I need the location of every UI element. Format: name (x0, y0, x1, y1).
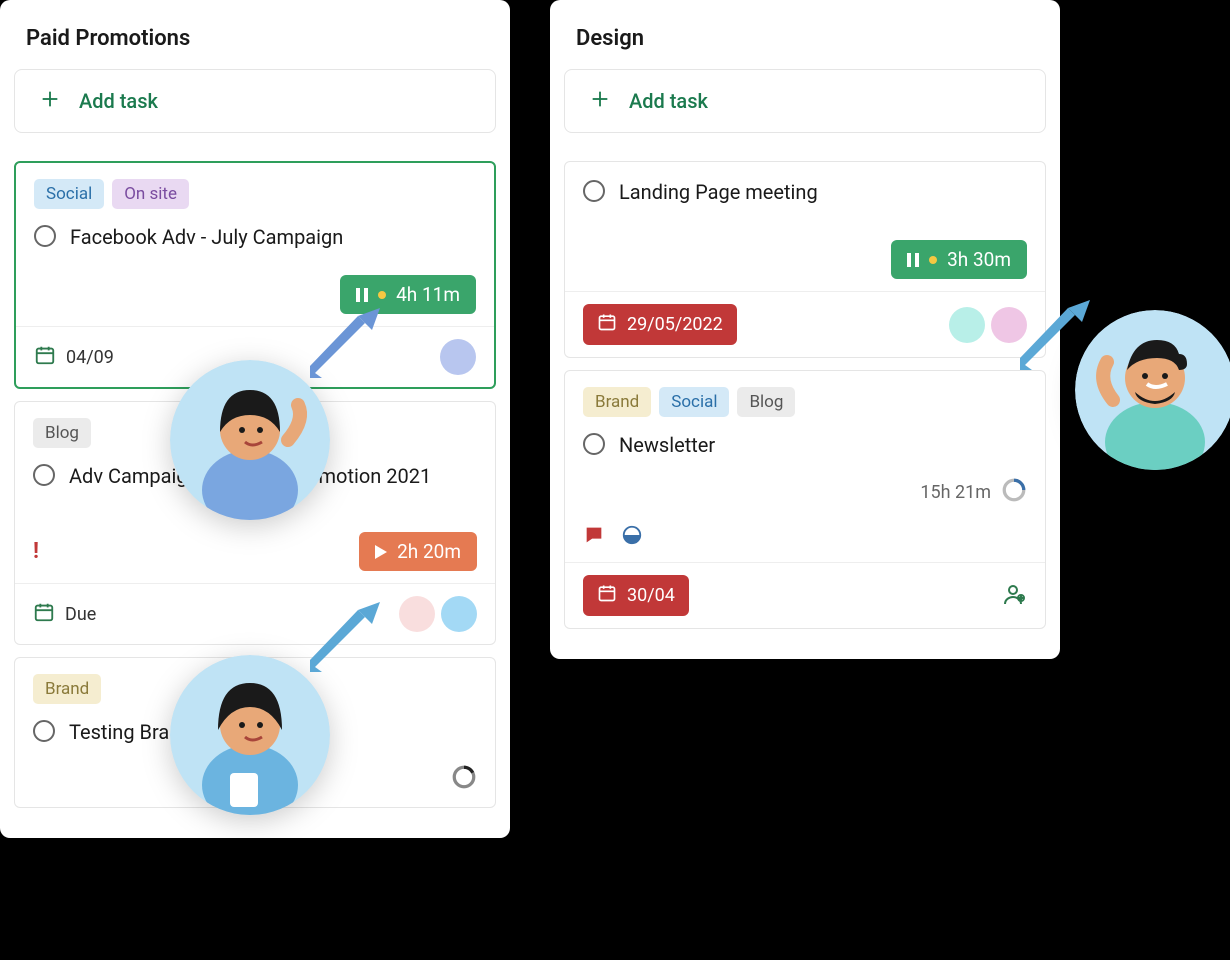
add-user-icon[interactable] (1003, 582, 1027, 610)
date-value: 30/04 (627, 585, 675, 606)
column-design: Design Add task Landing Page meeting (550, 0, 1060, 659)
task-checkbox[interactable] (34, 225, 56, 247)
timer-value: 2h 20m (397, 540, 461, 563)
add-task-button[interactable]: Add task (564, 69, 1046, 133)
pause-icon (907, 253, 919, 267)
task-card[interactable]: Blog Adv Campaign - Content promotion 20… (14, 401, 496, 645)
status-icon[interactable] (621, 524, 643, 550)
task-title: Newsletter (619, 431, 715, 459)
task-card[interactable]: Landing Page meeting 3h 30m (564, 161, 1046, 358)
tag-social[interactable]: Social (34, 179, 104, 209)
task-checkbox[interactable] (583, 180, 605, 202)
task-title: Adv Campaign - Content promotion 2021 (69, 462, 431, 490)
timer-badge[interactable]: 4h 11m (340, 275, 476, 314)
avatar[interactable] (440, 339, 476, 375)
date-value: 04/09 (66, 347, 114, 368)
column-title: Design (576, 26, 1042, 51)
plus-icon (589, 88, 611, 114)
column-title: Paid Promotions (26, 26, 492, 51)
task-title: Landing Page meeting (619, 178, 818, 206)
add-task-label: Add task (629, 89, 708, 113)
task-checkbox[interactable] (33, 720, 55, 742)
date-value: 29/05/2022 (627, 314, 723, 335)
tag-social[interactable]: Social (659, 387, 729, 417)
add-task-label: Add task (79, 89, 158, 113)
priority-icon: ! (33, 539, 39, 564)
avatar[interactable] (441, 596, 477, 632)
avatar[interactable] (991, 307, 1027, 343)
play-icon (375, 545, 387, 559)
comment-icon[interactable] (583, 524, 605, 550)
timer-value: 3h 30m (947, 248, 1011, 271)
task-checkbox[interactable] (583, 433, 605, 455)
timer-dot (929, 256, 937, 264)
calendar-icon (597, 312, 617, 337)
timer-dot (378, 291, 386, 299)
column-paid-promotions: Paid Promotions Add task Social On site … (0, 0, 510, 838)
tag-onsite[interactable]: On site (112, 179, 189, 209)
date-badge[interactable]: 29/05/2022 (583, 304, 737, 345)
due-label: Due (65, 604, 96, 625)
date-badge[interactable]: 30/04 (583, 575, 689, 616)
calendar-icon (34, 344, 56, 370)
task-card[interactable]: Brand Testing Branded Content (14, 657, 496, 808)
timer-value: 4h 11m (396, 283, 460, 306)
avatar[interactable] (949, 307, 985, 343)
task-title: Facebook Adv - July Campaign (70, 223, 343, 251)
add-task-button[interactable]: Add task (14, 69, 496, 133)
timer-badge[interactable]: 2h 20m (359, 532, 477, 571)
calendar-icon (597, 583, 617, 608)
progress-icon (451, 764, 477, 795)
task-title: Testing Branded Content (69, 718, 289, 746)
task-card[interactable]: Social On site Facebook Adv - July Campa… (14, 161, 496, 389)
task-card[interactable]: Brand Social Blog Newsletter 15h 21m (564, 370, 1046, 629)
pause-icon (356, 288, 368, 302)
tag-blog[interactable]: Blog (33, 418, 91, 448)
tag-blog[interactable]: Blog (737, 387, 795, 417)
task-checkbox[interactable] (33, 464, 55, 486)
avatar[interactable] (399, 596, 435, 632)
tag-brand[interactable]: Brand (583, 387, 651, 417)
duration-value: 15h 21m (920, 482, 991, 503)
calendar-icon (33, 601, 55, 627)
progress-icon (1001, 477, 1027, 508)
timer-badge[interactable]: 3h 30m (891, 240, 1027, 279)
tag-brand[interactable]: Brand (33, 674, 101, 704)
plus-icon (39, 88, 61, 114)
